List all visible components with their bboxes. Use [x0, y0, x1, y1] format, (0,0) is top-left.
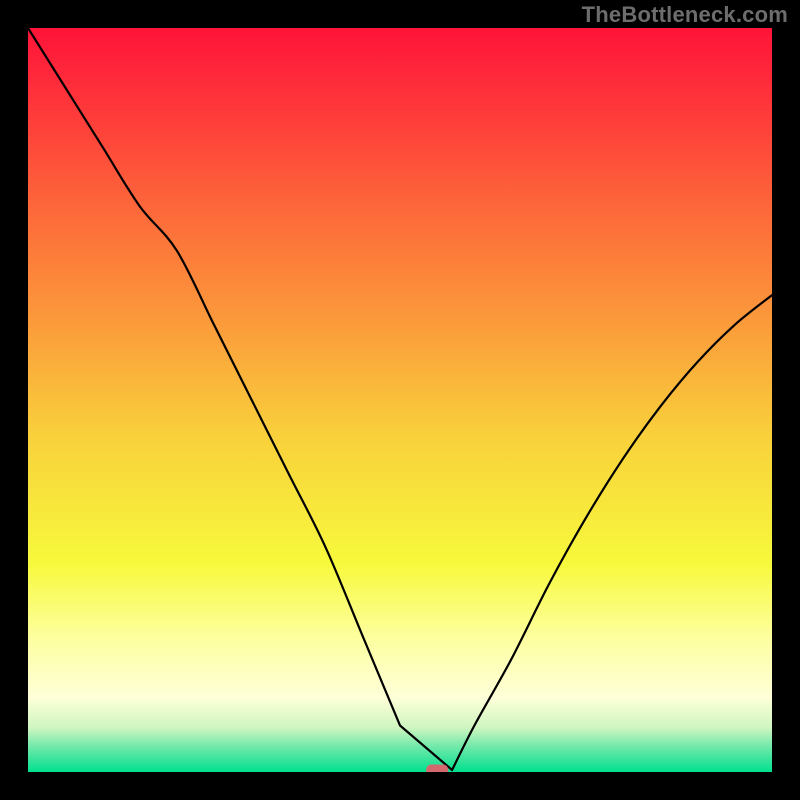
chart-container: TheBottleneck.com	[0, 0, 800, 800]
watermark-text: TheBottleneck.com	[582, 2, 788, 28]
chart-svg	[28, 28, 772, 772]
plot-area	[28, 28, 772, 772]
optimum-marker	[426, 765, 448, 773]
gradient-background	[28, 28, 772, 772]
